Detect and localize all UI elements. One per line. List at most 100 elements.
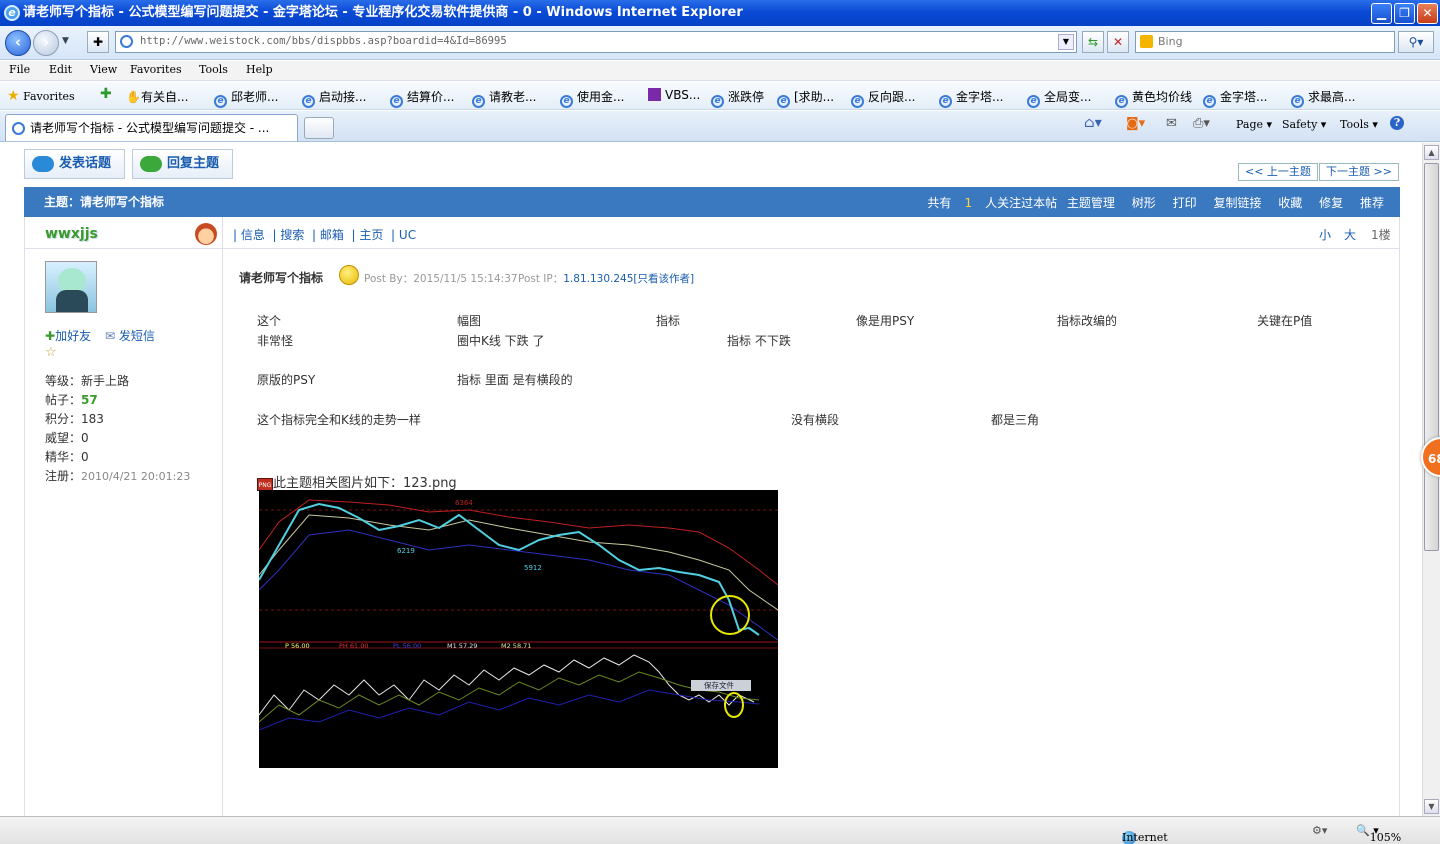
refresh-icon[interactable]: ⇆: [1082, 31, 1104, 53]
new-topic-button[interactable]: 发表话题: [24, 149, 125, 179]
font-small-link[interactable]: 小: [1319, 226, 1331, 243]
chart-label: 5912: [524, 564, 542, 572]
author-panel: wwxjjs ✚加好友 ✉ 发短信 ☆ 等级：新手上路 帖子：57 积分：183…: [25, 217, 223, 816]
repair-link[interactable]: 修复: [1319, 196, 1343, 210]
topic-manage-link[interactable]: 主题管理: [1067, 196, 1115, 210]
indicator-readout: M1 57.29: [447, 642, 477, 650]
tree-view-link[interactable]: 树形: [1132, 196, 1156, 210]
search-icon[interactable]: ⚲▾: [1398, 31, 1434, 53]
author-name[interactable]: wwxjjs: [45, 226, 98, 242]
fav-item[interactable]: e 结算价...: [390, 88, 454, 108]
rss-feed-icon[interactable]: ◙▾: [1126, 116, 1145, 131]
scrollbar-thumb[interactable]: [1424, 163, 1439, 551]
user-homepage-link[interactable]: 主页: [359, 228, 383, 242]
attachment-caption: PNG 此主题相关图片如下：123.png: [257, 476, 457, 491]
forward-button[interactable]: ›: [33, 30, 59, 56]
fav-item[interactable]: e 求最高...: [1291, 88, 1355, 108]
reply-topic-button[interactable]: 回复主题: [132, 149, 233, 179]
minimize-button[interactable]: ▁: [1371, 3, 1392, 24]
fav-item[interactable]: e 邱老师...: [214, 88, 278, 108]
menu-file[interactable]: File: [9, 63, 30, 76]
rank-star-icon: ☆: [45, 345, 57, 360]
home-icon[interactable]: ⌂▾: [1084, 115, 1102, 131]
address-dropdown-icon[interactable]: ▼: [1058, 34, 1074, 50]
ie-page-icon: e: [472, 95, 485, 108]
fav-item[interactable]: e 黄色均价线: [1115, 88, 1192, 108]
favorites-button[interactable]: ★ Favorites: [7, 88, 75, 104]
address-toolbar: ‹ › ▼ ✚ http://www.weistock.com/bbs/disp…: [0, 26, 1440, 60]
candlestick-chart-picture: 6219 5912 6364 P 56.00 PH 61.00 PL 56.00…: [259, 499, 778, 731]
print-link[interactable]: 打印: [1173, 196, 1197, 210]
zoom-level[interactable]: 🔍 105% ▾: [1356, 824, 1401, 844]
print-icon[interactable]: ⎙▾: [1193, 116, 1210, 131]
ie-page-icon: e: [851, 95, 864, 108]
vertical-scrollbar[interactable]: ▲ ▼: [1422, 143, 1440, 816]
menu-view[interactable]: View: [90, 63, 117, 76]
thumb-icon: ✋: [126, 90, 141, 104]
fav-item[interactable]: e 反向跟...: [851, 88, 915, 108]
avatar[interactable]: [45, 261, 97, 313]
user-posts: 帖子：57: [45, 393, 98, 407]
prev-topic-link[interactable]: << 上一主题: [1238, 163, 1318, 181]
fav-item[interactable]: e 使用金...: [560, 88, 624, 108]
bing-logo-icon: [1140, 35, 1153, 48]
stop-icon[interactable]: ✕: [1107, 31, 1129, 53]
new-tab-button[interactable]: [304, 117, 334, 139]
fav-item[interactable]: e [求助...: [777, 88, 834, 108]
fav-item[interactable]: e 涨跌停: [711, 88, 764, 108]
recommend-link[interactable]: 推荐: [1360, 196, 1384, 210]
post-text: 幅图: [457, 314, 482, 328]
address-url: http://www.weistock.com/bbs/dispbbs.asp?…: [140, 35, 507, 47]
close-button[interactable]: ✕: [1417, 3, 1438, 24]
compat-view-icon[interactable]: ✚: [87, 31, 109, 53]
fav-item[interactable]: e 请教老...: [472, 88, 536, 108]
menu-help[interactable]: Help: [246, 63, 273, 76]
only-author-link[interactable]: [只看该作者]: [633, 273, 694, 285]
fav-item[interactable]: e 金字塔...: [1203, 88, 1267, 108]
menu-tools[interactable]: Tools: [199, 63, 228, 76]
tools-menu[interactable]: Tools ▾: [1340, 118, 1378, 131]
user-search-link[interactable]: 搜索: [280, 228, 304, 242]
save-file-popup: 保存文件: [704, 680, 734, 690]
fav-item[interactable]: VBS...: [648, 88, 700, 102]
user-info-link[interactable]: 信息: [241, 228, 265, 242]
topic-actions: 共有 1 人关注过本帖 主题管理 树形 打印 复制链接 收藏 修复 推荐: [914, 194, 1384, 211]
user-points: 积分：183: [45, 412, 104, 426]
post-text: 原版的PSY: [257, 373, 316, 387]
page-menu[interactable]: Page ▾: [1236, 118, 1272, 131]
add-favorite-icon[interactable]: ✚: [100, 86, 112, 102]
tab-current[interactable]: 请老师写个指标 - 公式模型编写问题提交 - ...: [5, 114, 298, 141]
post-ip: Post IP：1.81.130.245[只看该作者]: [518, 273, 695, 285]
fav-item[interactable]: e 启动接...: [302, 88, 366, 108]
address-field[interactable]: http://www.weistock.com/bbs/dispbbs.asp?…: [115, 31, 1077, 53]
menu-edit[interactable]: Edit: [49, 63, 72, 76]
next-topic-link[interactable]: 下一主题 >>: [1319, 163, 1399, 181]
post-body: | 信息 | 搜索 | 邮箱 | 主页 | UC 小 大 1楼 请老师写个指标 …: [223, 217, 1399, 816]
menu-favorites[interactable]: Favorites: [130, 63, 182, 76]
fav-item[interactable]: e 金字塔...: [939, 88, 1003, 108]
page-viewport: 发表话题 回复主题 << 上一主题 下一主题 >> 主题：请老师写个指标 共有 1…: [0, 143, 1422, 816]
add-friend-link[interactable]: ✚加好友: [45, 327, 91, 344]
ie-page-icon: e: [1115, 95, 1128, 108]
fav-item[interactable]: ✋有关自...: [126, 88, 188, 105]
scroll-up-icon[interactable]: ▲: [1424, 145, 1439, 160]
favorite-link[interactable]: 收藏: [1278, 196, 1302, 210]
user-email-link[interactable]: 邮箱: [320, 228, 344, 242]
help-icon[interactable]: ?: [1390, 116, 1404, 130]
font-big-link[interactable]: 大: [1344, 226, 1356, 243]
attached-chart-image[interactable]: 6219 5912 6364 P 56.00 PH 61.00 PL 56.00…: [259, 490, 778, 768]
protected-mode-icon[interactable]: ⚙▾: [1312, 824, 1327, 837]
history-dropdown-icon[interactable]: ▼: [62, 36, 69, 46]
back-button[interactable]: ‹: [5, 30, 31, 56]
read-mail-icon[interactable]: ✉: [1166, 116, 1177, 131]
safety-menu[interactable]: Safety ▾: [1282, 118, 1326, 131]
send-message-link[interactable]: ✉ 发短信: [105, 327, 155, 344]
copy-link[interactable]: 复制链接: [1213, 196, 1261, 210]
post-text: 圈中K线 下跌 了: [457, 334, 545, 348]
fav-item[interactable]: e 全局变...: [1027, 88, 1091, 108]
user-gender-icon: [195, 223, 217, 245]
user-uc-link[interactable]: UC: [399, 228, 416, 242]
scroll-down-icon[interactable]: ▼: [1424, 799, 1439, 814]
search-input[interactable]: Bing: [1135, 31, 1395, 53]
restore-button[interactable]: ❐: [1394, 3, 1415, 24]
